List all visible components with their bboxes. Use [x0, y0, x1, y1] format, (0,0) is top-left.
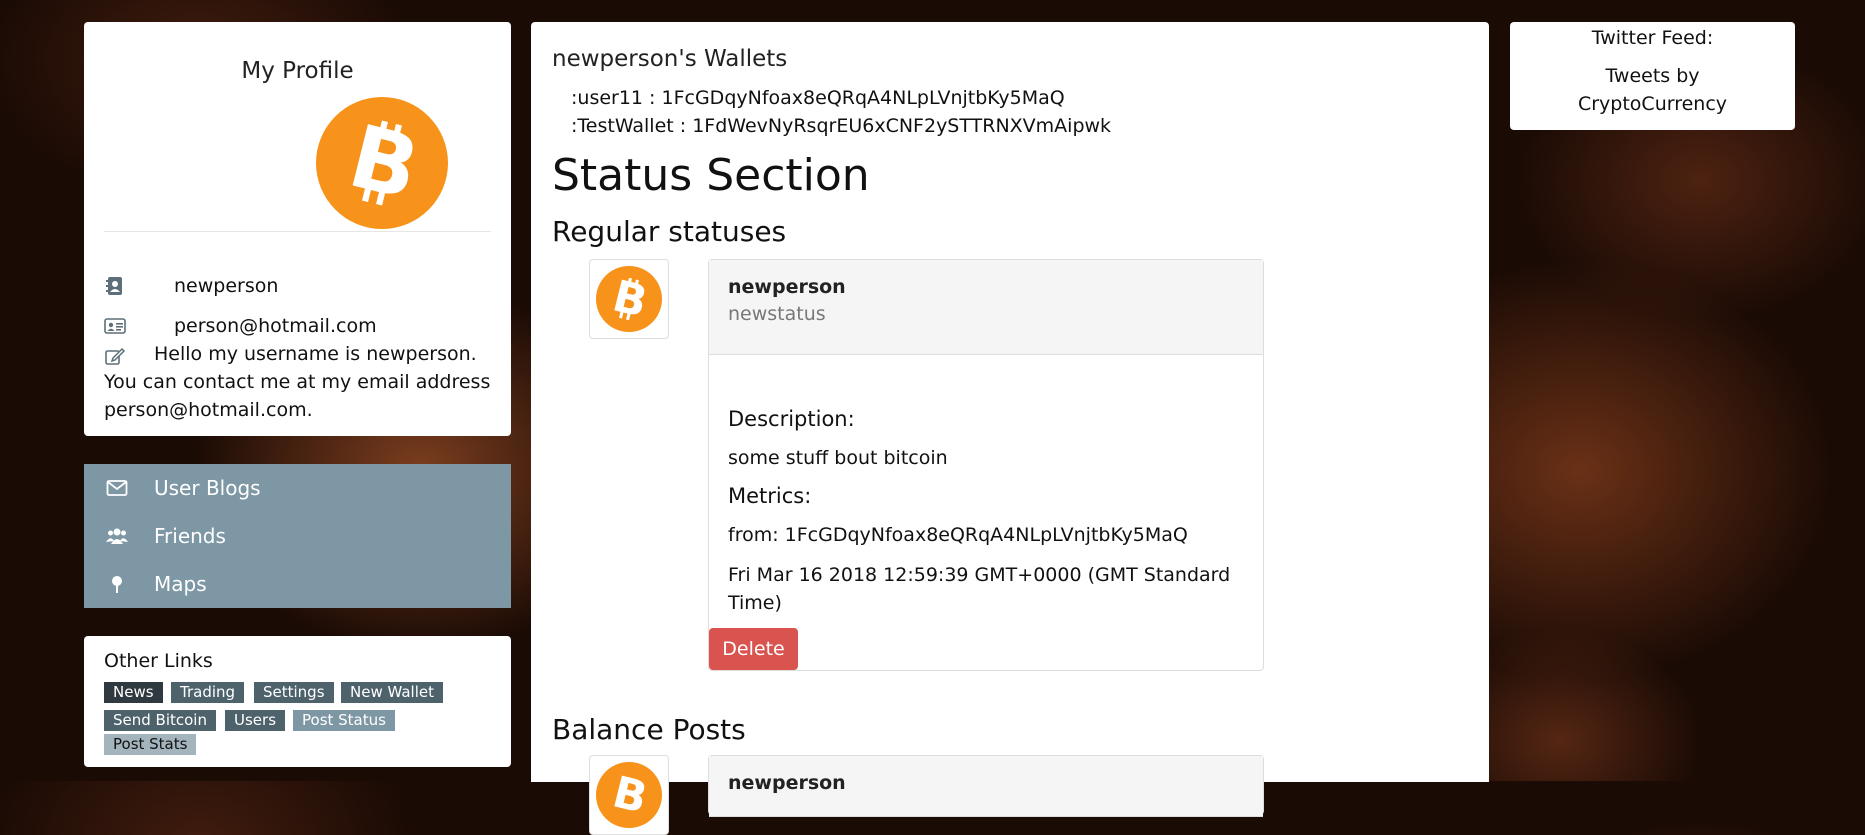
status-post-header: newperson newstatus	[709, 260, 1263, 355]
balance-post-author: newperson	[728, 772, 846, 794]
nav-item-label: Friends	[154, 524, 226, 548]
sidebar-nav: User Blogs Friends Maps	[84, 464, 511, 608]
wallet-item: :user11 : 1FcGDqyNfoax8eQRqA4NLpLVnjtbKy…	[571, 87, 1065, 109]
tag-new-wallet[interactable]: New Wallet	[341, 682, 443, 703]
wallets-title: newperson's Wallets	[552, 46, 788, 72]
edit-icon	[105, 347, 126, 365]
balance-post-card: newperson	[708, 755, 1264, 817]
nav-item-friends[interactable]: Friends	[84, 512, 511, 560]
id-card-icon	[104, 318, 126, 334]
status-avatar: B	[589, 259, 669, 339]
metrics-date-cont: Time)	[728, 592, 782, 614]
tag-post-status[interactable]: Post Status	[293, 710, 395, 731]
description-label: Description:	[728, 407, 855, 431]
balance-avatar: B	[589, 755, 669, 835]
metrics-from: from: 1FcGDqyNfoax8eQRqA4NLpLVnjtbKy5MaQ	[728, 524, 1188, 546]
status-author: newperson	[728, 276, 846, 298]
metrics-label: Metrics:	[728, 484, 812, 508]
nav-item-label: User Blogs	[154, 476, 261, 500]
envelope-icon	[106, 480, 128, 496]
twitter-feed-card: Twitter Feed: Tweets by CryptoCurrency	[1510, 22, 1795, 130]
other-links-title: Other Links	[104, 650, 213, 672]
bitcoin-logo-icon: B	[596, 762, 662, 828]
nav-item-label: Maps	[154, 572, 207, 596]
balance-posts-title: Balance Posts	[552, 713, 746, 746]
tag-post-stats[interactable]: Post Stats	[104, 734, 197, 755]
regular-statuses-title: Regular statuses	[552, 215, 787, 248]
nav-item-maps[interactable]: Maps	[84, 560, 511, 608]
nav-item-user-blogs[interactable]: User Blogs	[84, 464, 511, 512]
profile-username: newperson	[174, 275, 279, 297]
status-text: newstatus	[728, 303, 826, 325]
tag-news[interactable]: News	[104, 682, 163, 703]
twitter-feed-title: Twitter Feed:	[1591, 27, 1714, 49]
wallet-item: :TestWallet : 1FdWevNyRsqrEU6xCNF2ySTTRN…	[571, 115, 1112, 137]
delete-button[interactable]: Delete	[709, 628, 798, 670]
balance-post-header: newperson	[709, 756, 1263, 817]
profile-about: Hello my username is newperson. You can …	[104, 340, 499, 424]
description-text: some stuff bout bitcoin	[728, 447, 948, 469]
metrics-date: Fri Mar 16 2018 12:59:39 GMT+0000 (GMT S…	[728, 564, 1231, 586]
status-post-card: newperson newstatus Description: some st…	[708, 259, 1264, 671]
main-content: newperson's Wallets :user11 : 1FcGDqyNfo…	[531, 22, 1489, 835]
profile-email: person@hotmail.com	[174, 315, 377, 337]
twitter-timeline-link[interactable]: Tweets by CryptoCurrency	[1550, 62, 1755, 118]
bitcoin-logo-icon: B	[596, 266, 662, 332]
profile-divider	[104, 231, 491, 232]
bitcoin-logo-icon: B	[316, 97, 448, 229]
other-links-card: Other Links News Trading Settings New Wa…	[84, 636, 511, 767]
tag-trading[interactable]: Trading	[171, 682, 245, 703]
profile-card: My Profile B newperson person@hotmail.co…	[84, 22, 511, 436]
tag-settings[interactable]: Settings	[254, 682, 334, 703]
status-section-title: Status Section	[552, 150, 870, 201]
profile-about-text: Hello my username is newperson. You can …	[104, 343, 491, 421]
tag-send-bitcoin[interactable]: Send Bitcoin	[104, 710, 216, 731]
map-pin-icon	[112, 576, 122, 593]
profile-title: My Profile	[241, 58, 354, 84]
contact-book-icon	[106, 277, 122, 295]
tag-users[interactable]: Users	[225, 710, 286, 731]
users-icon	[106, 528, 128, 544]
